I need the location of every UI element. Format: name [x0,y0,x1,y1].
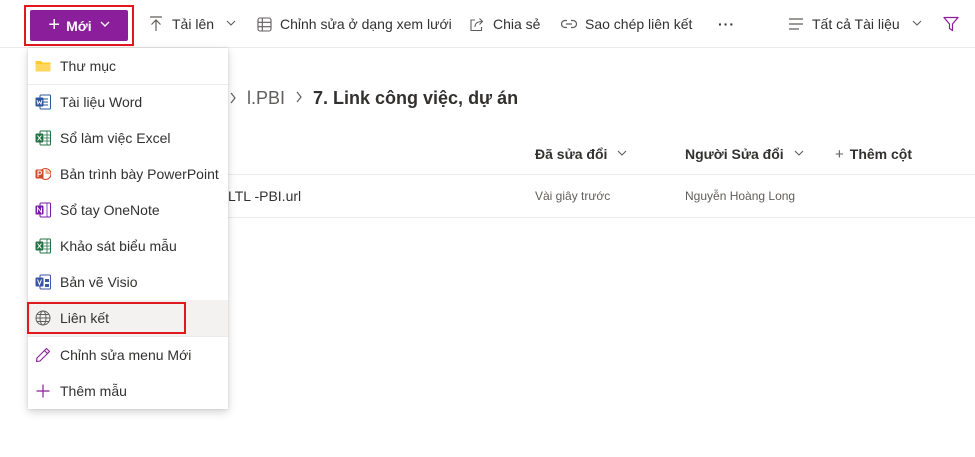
menu-item-excel[interactable]: Sổ làm việc Excel [28,120,228,156]
chevron-down-icon [794,148,804,161]
more-icon: ··· [718,16,735,32]
word-icon [35,94,51,110]
command-bar: + Mới Tải lên Chỉnh sửa ở dạng xem lưới … [0,0,975,48]
chevron-right-icon [229,86,237,110]
menu-item-label: Chỉnh sửa menu Mới [60,347,192,363]
breadcrumb-parent[interactable]: l.PBI [247,88,285,109]
chevron-down-icon [912,18,922,31]
list-view-icon [788,16,804,32]
menu-item-label: Bản trình bày PowerPoint [60,166,219,182]
divider [228,217,975,218]
grid-edit-label: Chỉnh sửa ở dạng xem lưới [280,16,452,32]
view-switcher[interactable]: Tất cả Tài liệu [788,0,922,48]
filter-button[interactable] [943,0,959,48]
plus-icon: + [835,145,844,163]
globe-icon [35,310,51,326]
chevron-right-icon [295,90,303,106]
menu-item-label: Sổ tay OneNote [60,202,160,218]
add-column-label: Thêm cột [849,146,912,162]
upload-button[interactable]: Tải lên [148,0,236,48]
powerpoint-icon [35,166,52,182]
new-button[interactable]: + Mới [30,10,128,41]
share-button[interactable]: Chia sẻ [469,0,540,48]
menu-item-label: Sổ làm việc Excel [60,130,171,146]
menu-item-link[interactable]: Liên kết [28,300,228,336]
folder-icon [35,58,51,74]
breadcrumb: l.PBI 7. Link công việc, dự án [247,86,518,110]
menu-item-label: Khảo sát biểu mẫu [60,238,177,254]
modified-cell: Vài giây trước [535,189,611,203]
column-header-label: Người Sửa đổi [685,146,784,162]
modified-by-cell[interactable]: Nguyễn Hoàng Long [685,175,795,217]
plus-icon: + [48,13,61,36]
menu-item-folder[interactable]: Thư mục [28,48,228,84]
onenote-icon [35,202,51,218]
menu-item-add-template[interactable]: Thêm mẫu [28,373,228,409]
menu-item-edit-new-menu[interactable]: Chỉnh sửa menu Mới [28,337,228,373]
column-header-modified-by[interactable]: Người Sửa đổi [685,133,804,175]
copy-link-button[interactable]: Sao chép liên kết [561,0,692,48]
chevron-down-icon [100,19,110,32]
add-column-button[interactable]: + Thêm cột [835,133,912,175]
menu-item-label: Liên kết [60,310,110,326]
more-button[interactable]: ··· [718,0,735,48]
copy-link-label: Sao chép liên kết [585,16,693,32]
filter-icon [943,16,959,32]
view-label: Tất cả Tài liệu [812,16,900,32]
grid-icon [256,16,272,32]
column-header-label: Đã sửa đổi [535,146,608,162]
link-icon [561,16,577,32]
new-menu: Thư mục Tài liệu Word Sổ làm việc Excel … [28,48,228,409]
new-button-label: Mới [66,17,92,34]
menu-item-word[interactable]: Tài liệu Word [28,84,228,120]
column-header-modified[interactable]: Đã sửa đổi [535,133,627,175]
plus-icon [35,383,51,399]
grid-edit-button[interactable]: Chỉnh sửa ở dạng xem lưới [256,0,452,48]
chevron-down-icon [226,18,236,31]
menu-item-label: Bản vẽ Visio [60,274,138,290]
menu-item-onenote[interactable]: Sổ tay OneNote [28,192,228,228]
share-icon [469,16,485,32]
pencil-icon [35,347,51,363]
share-label: Chia sẻ [493,16,541,32]
menu-item-label: Thêm mẫu [60,383,127,399]
menu-item-label: Tài liệu Word [60,94,143,110]
menu-item-visio[interactable]: Bản vẽ Visio [28,264,228,300]
excel-icon [35,130,51,146]
upload-label: Tải lên [172,16,215,32]
menu-item-forms-survey[interactable]: Khảo sát biểu mẫu [28,228,228,264]
upload-icon [148,16,164,32]
menu-item-label: Thư mục [60,58,117,74]
breadcrumb-current: 7. Link công việc, dự án [313,87,519,108]
forms-excel-icon [35,238,51,254]
chevron-down-icon [617,148,627,161]
menu-item-powerpoint[interactable]: Bản trình bày PowerPoint [28,156,228,192]
new-button-highlight: + Mới [24,5,134,46]
visio-icon [35,274,51,290]
file-name-link[interactable]: LTL -PBI.url [228,175,301,217]
